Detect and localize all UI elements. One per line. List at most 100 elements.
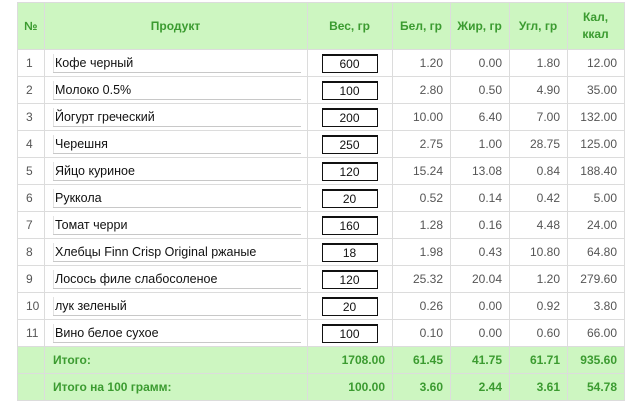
carbs-value: 1.20 bbox=[509, 265, 568, 293]
fat-value: 0.00 bbox=[450, 319, 510, 347]
weight-input[interactable]: 20 bbox=[321, 188, 378, 208]
per100-protein: 3.60 bbox=[392, 373, 451, 401]
product-name-field[interactable]: Йогурт греческий bbox=[53, 108, 301, 127]
weight-input[interactable]: 100 bbox=[321, 80, 378, 100]
product-name-field[interactable]: Хлебцы Finn Crisp Original ржаные bbox=[53, 243, 301, 262]
weight-cell: 100 bbox=[307, 76, 393, 104]
table-row: 4 Черешня 250 2.75 1.00 28.75 125.00 bbox=[17, 130, 625, 158]
weight-cell: 18 bbox=[307, 238, 393, 266]
product-name-cell: Томат черри bbox=[44, 211, 308, 239]
carbs-value: 1.80 bbox=[509, 49, 568, 77]
weight-input[interactable]: 120 bbox=[321, 161, 378, 181]
product-name-cell: Лосось филе слабосоленое bbox=[44, 265, 308, 293]
weight-cell: 160 bbox=[307, 211, 393, 239]
carbs-value: 0.84 bbox=[509, 157, 568, 185]
row-number: 11 bbox=[17, 319, 45, 347]
protein-value: 1.20 bbox=[392, 49, 451, 77]
row-number: 1 bbox=[17, 49, 45, 77]
header-carbs: Угл, гр bbox=[509, 2, 568, 50]
carbs-value: 0.60 bbox=[509, 319, 568, 347]
weight-input[interactable]: 160 bbox=[321, 215, 378, 235]
product-name-field[interactable]: Руккола bbox=[53, 189, 301, 208]
fat-value: 0.00 bbox=[450, 49, 510, 77]
totals-kcal: 935.60 bbox=[567, 346, 625, 374]
protein-value: 0.52 bbox=[392, 184, 451, 212]
header-protein: Бел, гр bbox=[392, 2, 451, 50]
per100-carbs: 3.61 bbox=[509, 373, 568, 401]
weight-input[interactable]: 250 bbox=[321, 134, 378, 154]
table-row: 9 Лосось филе слабосоленое 120 25.32 20.04 1.… bbox=[17, 265, 625, 293]
protein-value: 2.75 bbox=[392, 130, 451, 158]
protein-value: 2.80 bbox=[392, 76, 451, 104]
product-name-cell: Молоко 0.5% bbox=[44, 76, 308, 104]
product-name-cell: Кофе черный bbox=[44, 49, 308, 77]
nutrition-table: № Продукт Вес, гр Бел, гр Жир, гр Угл, г… bbox=[17, 2, 625, 401]
kcal-value: 5.00 bbox=[567, 184, 625, 212]
per100-weight: 100.00 bbox=[307, 373, 393, 401]
carbs-value: 7.00 bbox=[509, 103, 568, 131]
product-name-field[interactable]: Вино белое сухое bbox=[53, 324, 301, 343]
row-number: 2 bbox=[17, 76, 45, 104]
per100-kcal: 54.78 bbox=[567, 373, 625, 401]
weight-input[interactable]: 600 bbox=[321, 53, 378, 73]
header-kcal-line2: ккал bbox=[582, 27, 609, 41]
weight-cell: 100 bbox=[307, 319, 393, 347]
product-name-field[interactable]: лук зеленый bbox=[53, 297, 301, 316]
weight-cell: 120 bbox=[307, 157, 393, 185]
table-row: 2 Молоко 0.5% 100 2.80 0.50 4.90 35.00 bbox=[17, 76, 625, 104]
product-name-field[interactable]: Лосось филе слабосоленое bbox=[53, 270, 301, 289]
kcal-value: 66.00 bbox=[567, 319, 625, 347]
carbs-value: 28.75 bbox=[509, 130, 568, 158]
kcal-value: 35.00 bbox=[567, 76, 625, 104]
kcal-value: 125.00 bbox=[567, 130, 625, 158]
totals-weight: 1708.00 bbox=[307, 346, 393, 374]
row-number: 10 bbox=[17, 292, 45, 320]
fat-value: 0.50 bbox=[450, 76, 510, 104]
kcal-value: 12.00 bbox=[567, 49, 625, 77]
carbs-value: 0.92 bbox=[509, 292, 568, 320]
table-row: 1 Кофе черный 600 1.20 0.00 1.80 12.00 bbox=[17, 49, 625, 77]
table-header-row: № Продукт Вес, гр Бел, гр Жир, гр Угл, г… bbox=[17, 2, 625, 50]
carbs-value: 10.80 bbox=[509, 238, 568, 266]
kcal-value: 279.60 bbox=[567, 265, 625, 293]
per100-spacer bbox=[17, 373, 45, 401]
kcal-value: 3.80 bbox=[567, 292, 625, 320]
fat-value: 1.00 bbox=[450, 130, 510, 158]
fat-value: 20.04 bbox=[450, 265, 510, 293]
product-name-field[interactable]: Кофе черный bbox=[53, 54, 301, 73]
weight-input[interactable]: 100 bbox=[321, 323, 378, 343]
product-name-cell: Черешня bbox=[44, 130, 308, 158]
product-name-field[interactable]: Томат черри bbox=[53, 216, 301, 235]
totals-carbs: 61.71 bbox=[509, 346, 568, 374]
weight-input[interactable]: 20 bbox=[321, 296, 378, 316]
weight-cell: 20 bbox=[307, 184, 393, 212]
weight-input[interactable]: 200 bbox=[321, 107, 378, 127]
fat-value: 13.08 bbox=[450, 157, 510, 185]
product-name-cell: Яйцо куриное bbox=[44, 157, 308, 185]
weight-cell: 200 bbox=[307, 103, 393, 131]
header-num: № bbox=[17, 2, 45, 50]
product-name-field[interactable]: Молоко 0.5% bbox=[53, 81, 301, 100]
totals-row: Итого: 1708.00 61.45 41.75 61.71 935.60 bbox=[17, 346, 625, 374]
row-number: 3 bbox=[17, 103, 45, 131]
row-number: 6 bbox=[17, 184, 45, 212]
per100-label: Итого на 100 грамм: bbox=[44, 373, 308, 401]
header-fat: Жир, гр bbox=[450, 2, 510, 50]
kcal-value: 188.40 bbox=[567, 157, 625, 185]
row-number: 7 bbox=[17, 211, 45, 239]
protein-value: 25.32 bbox=[392, 265, 451, 293]
weight-cell: 20 bbox=[307, 292, 393, 320]
product-name-field[interactable]: Черешня bbox=[53, 135, 301, 154]
product-name-cell: Йогурт греческий bbox=[44, 103, 308, 131]
fat-value: 0.16 bbox=[450, 211, 510, 239]
table-row: 7 Томат черри 160 1.28 0.16 4.48 24.00 bbox=[17, 211, 625, 239]
weight-input[interactable]: 18 bbox=[321, 242, 378, 262]
protein-value: 10.00 bbox=[392, 103, 451, 131]
fat-value: 0.43 bbox=[450, 238, 510, 266]
product-name-field[interactable]: Яйцо куриное bbox=[53, 162, 301, 181]
kcal-value: 64.80 bbox=[567, 238, 625, 266]
row-number: 8 bbox=[17, 238, 45, 266]
product-name-cell: Хлебцы Finn Crisp Original ржаные bbox=[44, 238, 308, 266]
per100-row: Итого на 100 грамм: 100.00 3.60 2.44 3.6… bbox=[17, 373, 625, 401]
weight-input[interactable]: 120 bbox=[321, 269, 378, 289]
